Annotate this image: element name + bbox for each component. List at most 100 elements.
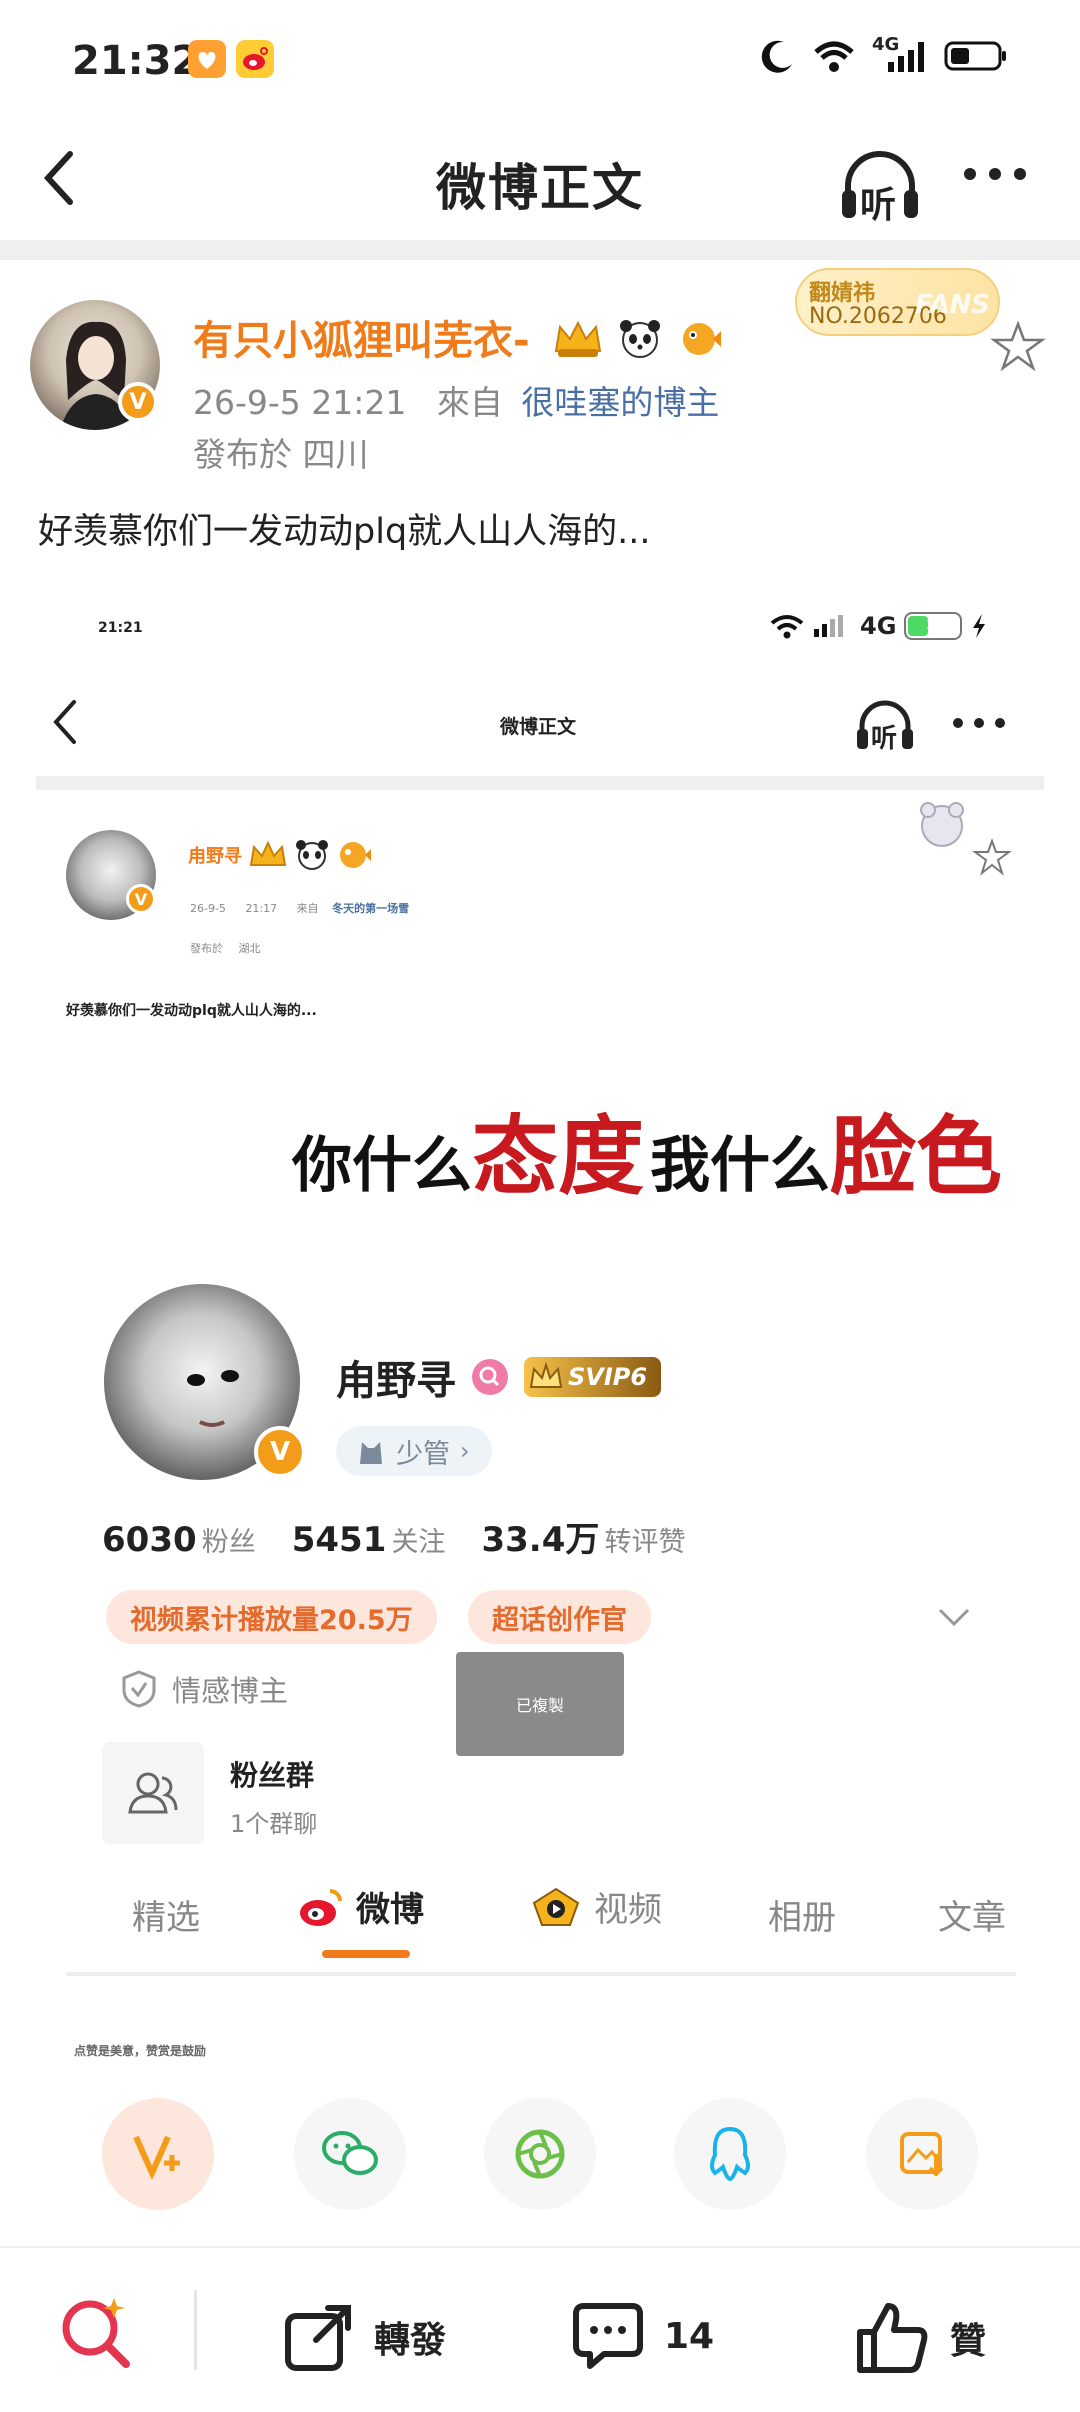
- favorite-star-icon[interactable]: [990, 320, 1046, 374]
- embed-signal-icon: [814, 615, 843, 637]
- bottom-action-bar: 轉發 14 贊: [0, 2246, 1080, 2412]
- tabs-divider: [66, 1972, 1016, 1976]
- moon-icon: [761, 40, 792, 73]
- like-button[interactable]: 贊: [854, 2300, 986, 2376]
- battery-icon: [944, 41, 1006, 71]
- embed-status-icons: 4G 35: [770, 612, 988, 640]
- embed-listen-button: 听: [854, 696, 916, 756]
- search-button[interactable]: [56, 2290, 136, 2374]
- chevron-right-icon: ›: [460, 1437, 470, 1465]
- crown-icon: [552, 317, 604, 369]
- wifi-icon: [814, 41, 854, 72]
- comment-icon: [573, 2303, 643, 2369]
- video-badge-icon: [532, 1887, 580, 1926]
- embed-date: 26-9-5: [190, 902, 226, 915]
- embed-listen-label: 听: [871, 724, 898, 754]
- embed-wifi-icon: [770, 615, 804, 639]
- embed-crown-icon: [249, 840, 287, 866]
- bottom-divider: [194, 2290, 197, 2370]
- tab-video: 视频: [530, 1882, 662, 1931]
- embed-network-type: 4G: [860, 612, 897, 640]
- weibo-logo-icon: [300, 1888, 342, 1926]
- expand-chevron-icon: [938, 1608, 970, 1627]
- embed-status-time: 21:21: [98, 620, 143, 636]
- cellular-signal: 4G: [872, 34, 928, 74]
- meme-text-image: 你什么态度 我什么脸色: [292, 1107, 1002, 1207]
- embed-location: 發布於 湖北: [190, 942, 261, 955]
- stat-interactions: 33.4万 转评赞: [481, 1520, 686, 1560]
- weibo-app-icon: [236, 40, 274, 78]
- cat-icon: [360, 1442, 382, 1464]
- tab-active-underline: [322, 1950, 410, 1958]
- embed-battery-icon: 35: [904, 612, 963, 640]
- share-moments-button: [484, 2098, 596, 2210]
- stats-row: 6030 粉丝 5451 关注 33.4万 转评赞: [102, 1512, 685, 1561]
- qq-penguin-icon: [710, 2126, 750, 2182]
- search-icon: [62, 2298, 130, 2368]
- notification-app-icon: [188, 40, 226, 78]
- post-meta: 26-9-5 21:21 來自 很哇塞的博主: [193, 376, 719, 424]
- stat-following: 5451 关注: [291, 1520, 446, 1560]
- post-date: 26-9-5 21:21: [193, 383, 407, 422]
- section-divider: [0, 240, 1080, 260]
- fans-badge-name: 翻婧祎: [809, 281, 876, 306]
- tip-v-icon: [133, 2135, 180, 2179]
- status-time: 21:32: [72, 38, 200, 84]
- like-label: 贊: [950, 2321, 987, 2362]
- pufferfish-icon: [677, 317, 723, 369]
- author-name[interactable]: 有只小狐狸叫芜衣-: [193, 308, 723, 369]
- save-image-icon: [900, 2132, 944, 2177]
- source-prefix: 來自: [436, 383, 503, 422]
- embed-pufferfish-icon: [340, 842, 371, 868]
- tab-albums: 相册: [768, 1898, 836, 1938]
- fans-badge[interactable]: 翻婧祎 NO.2062706 FANS: [795, 268, 1000, 336]
- fan-group-title: 粉丝群: [230, 1759, 315, 1792]
- tag-supertopic-creator: 超话创作官: [468, 1590, 651, 1644]
- embed-post-text: 好羡慕你们一发动动plq就人山人海的...: [66, 1003, 317, 1019]
- share-tip-button: [102, 2098, 214, 2210]
- embed-nav-title: 微博正文: [500, 716, 577, 738]
- post-source-link[interactable]: 很哇塞的博主: [521, 383, 719, 422]
- embed-verified-badge: V: [126, 884, 156, 914]
- wechat-icon: [322, 2131, 378, 2175]
- embed-more-icon: [953, 718, 1005, 728]
- comment-count: 14: [664, 2315, 715, 2357]
- svip-crown-icon: [529, 1361, 563, 1388]
- embedded-screenshot-image[interactable]: 21:21 4G 35 微博正文 听 V 甪野寻 26-9-5 21:17 来自…: [36, 588, 1044, 2244]
- camera-aperture-icon: [515, 2129, 565, 2179]
- more-options-icon[interactable]: [962, 164, 1028, 184]
- fan-group-subtitle: 1个群聊: [230, 1810, 318, 1838]
- listen-button[interactable]: 听: [838, 146, 922, 226]
- status-bar: 21:32 4G: [0, 0, 1080, 120]
- verified-badge: V: [118, 382, 158, 422]
- tag-video-plays: 视频累计播放量20.5万: [106, 1590, 437, 1644]
- category-row: 情感博主: [122, 1668, 288, 1710]
- embed-back-icon: [53, 700, 76, 744]
- shield-icon: [122, 1670, 156, 1708]
- profile-name-row: 甪野寻 SVIP6: [336, 1348, 662, 1406]
- share-arrow-icon: [285, 2305, 351, 2371]
- embed-charging-icon: [973, 614, 986, 638]
- pink-search-badge-icon: [472, 1359, 508, 1395]
- tab-weibo: 微博: [296, 1882, 424, 1931]
- embed-divider: [36, 776, 1044, 790]
- embed-bear-sticker: [904, 798, 980, 854]
- tab-articles: 文章: [938, 1898, 1006, 1938]
- svip-badge: SVIP6: [524, 1357, 662, 1397]
- comment-button[interactable]: 14: [570, 2300, 714, 2372]
- profile-name: 甪野寻: [336, 1358, 456, 1404]
- embed-star-icon: [972, 838, 1012, 876]
- stat-fans: 6030 粉丝: [102, 1520, 256, 1560]
- share-save-image-button: [866, 2098, 978, 2210]
- tab-featured: 精选: [132, 1898, 200, 1938]
- share-qq-button: [674, 2098, 786, 2210]
- embed-source-prefix: 来自: [296, 902, 319, 915]
- thumbs-up-icon: [857, 2303, 928, 2373]
- embed-battery-level: 35: [926, 618, 942, 632]
- embed-panda-icon: [296, 840, 328, 870]
- forward-button[interactable]: 轉發: [282, 2300, 446, 2374]
- embed-time: 21:17: [245, 902, 278, 915]
- share-caption: 点赞是美意，赞赏是鼓励: [74, 2044, 207, 2058]
- embed-source: 冬天的第一场雪: [332, 902, 410, 915]
- profile-verified-badge: V: [254, 1426, 306, 1478]
